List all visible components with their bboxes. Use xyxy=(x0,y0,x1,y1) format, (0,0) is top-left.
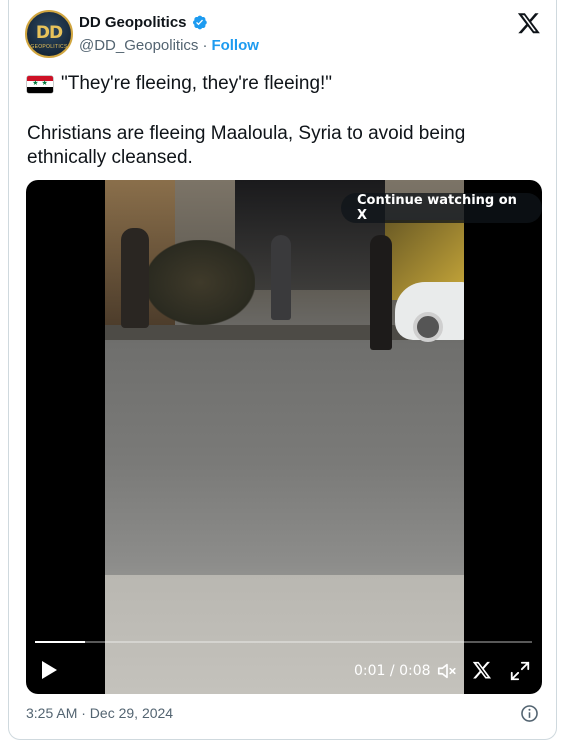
x-logo-icon[interactable] xyxy=(517,11,541,35)
tweet-card: DD GEOPOLITICS DD Geopolitics @DD_Geopol… xyxy=(8,0,557,740)
post-text: Christians are fleeing Maaloula, Syria t… xyxy=(27,123,466,168)
video-progress-bar[interactable] xyxy=(35,641,532,643)
video-frame[interactable] xyxy=(105,180,464,694)
verified-badge-icon xyxy=(192,15,207,30)
video-player[interactable]: Continue watching on X 0:01 / 0:08 xyxy=(26,180,542,694)
video-progress-fill xyxy=(35,641,85,643)
avatar-logo-subtext: GEOPOLITICS xyxy=(30,44,68,50)
duration: 0:08 xyxy=(399,663,431,679)
author-name-row: DD Geopolitics xyxy=(79,14,208,31)
info-icon[interactable] xyxy=(520,704,539,723)
video-controls: 0:01 / 0:08 xyxy=(26,650,542,694)
avatar[interactable]: DD GEOPOLITICS xyxy=(25,10,73,58)
x-watch-icon[interactable] xyxy=(472,660,492,680)
separator-dot: · xyxy=(202,37,208,54)
post-first-line: ★ ★ "They're fleeing, they're fleeing!" xyxy=(27,72,332,96)
author-handle[interactable]: @DD_Geopolitics xyxy=(79,37,198,54)
fullscreen-icon[interactable] xyxy=(509,660,531,682)
current-time: 0:01 xyxy=(354,663,386,679)
follow-link[interactable]: Follow xyxy=(211,37,259,54)
volume-muted-icon[interactable] xyxy=(436,660,458,682)
post-quote: "They're fleeing, they're fleeing!" xyxy=(61,73,333,94)
post-timestamp[interactable]: 3:25 AM · Dec 29, 2024 xyxy=(26,705,173,721)
avatar-logo-text: DD xyxy=(35,23,63,43)
video-time: 0:01 / 0:08 xyxy=(354,663,431,679)
syria-flag-icon: ★ ★ xyxy=(27,75,53,93)
author-handle-row: @DD_Geopolitics · Follow xyxy=(79,37,259,54)
play-icon[interactable] xyxy=(40,660,58,680)
continue-watching-button[interactable]: Continue watching on X xyxy=(341,193,542,223)
author-display-name[interactable]: DD Geopolitics xyxy=(79,14,187,31)
time-separator: / xyxy=(385,663,400,679)
